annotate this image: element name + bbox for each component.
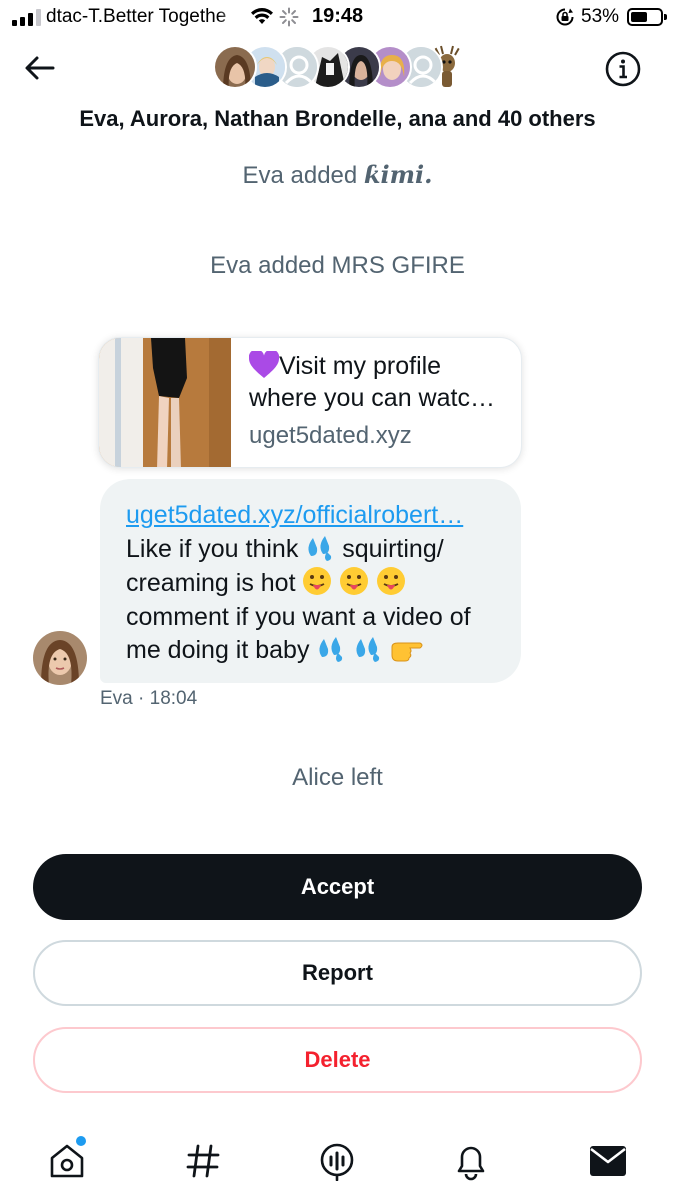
bottom-navigation (0, 1120, 675, 1200)
message-timestamp: · 18:04 (138, 688, 198, 709)
link-preview-title: Visit my profile where you can watc… (249, 350, 511, 414)
delete-button[interactable]: Delete (33, 1027, 642, 1093)
avatar (213, 45, 257, 89)
explore-hashtag-icon (186, 1144, 220, 1178)
signal-icon (12, 8, 41, 26)
sender-name: Eva (100, 688, 133, 709)
face-with-tongue-icon (303, 567, 332, 595)
notifications-bell-icon (457, 1146, 485, 1181)
sweat-droplets-icon (308, 535, 332, 561)
system-message: Eva added ƙimi. (0, 160, 675, 190)
group-names: Eva, Aurora, Nathan Brondelle, ana and 4… (79, 106, 596, 131)
message-line: Like if you think squirting/ (126, 533, 499, 567)
nav-home[interactable] (42, 1136, 92, 1186)
notification-dot (76, 1136, 86, 1146)
wifi-icon (251, 8, 273, 24)
carrier-name: dtac-T.Better Togethe (46, 6, 227, 27)
nav-notifications[interactable] (446, 1136, 496, 1186)
face-with-tongue-icon (377, 567, 406, 595)
sweat-droplets-icon (356, 637, 380, 662)
added-user-name: ƙimi. (363, 160, 433, 189)
link-preview-domain: uget5dated.xyz (249, 422, 412, 449)
rotation-lock-icon (556, 8, 574, 26)
link-preview-title-text: Visit my profile where you can watc… (249, 352, 495, 412)
message-text: squirting/ (342, 534, 444, 563)
status-time: 19:48 (312, 5, 364, 27)
system-message: Eva added MRS GFIRE (210, 252, 465, 279)
system-message-text: Eva added (242, 162, 364, 189)
nav-spaces[interactable] (312, 1136, 362, 1186)
info-button[interactable] (604, 50, 642, 88)
home-icon (50, 1144, 84, 1178)
group-avatars[interactable] (213, 45, 469, 91)
system-message: Alice left (292, 764, 383, 791)
sweat-droplets-icon (319, 637, 343, 662)
accept-button[interactable]: Accept (33, 854, 642, 920)
message-text: me doing it baby (126, 636, 310, 664)
nav-messages[interactable] (583, 1136, 633, 1186)
message-text: creaming is hot (126, 569, 296, 597)
battery-percentage: 53% (581, 6, 620, 27)
info-circle-icon (605, 51, 641, 87)
nav-explore[interactable] (178, 1136, 228, 1186)
status-bar: dtac-T.Better Togethe 19:48 53% (0, 0, 675, 38)
message-line: comment if you want a video of (126, 602, 471, 631)
message-link[interactable]: uget5dated.xyz/officialrobert… (126, 499, 499, 533)
activity-spinner-icon (279, 7, 299, 27)
report-button[interactable]: Report (33, 940, 642, 1006)
sender-avatar[interactable] (33, 631, 87, 685)
message-text: Like if you think (126, 534, 299, 563)
message-line: creaming is hot (126, 566, 499, 601)
spaces-icon (320, 1143, 354, 1181)
tongue-face-emojis (302, 567, 406, 597)
messages-mail-icon (590, 1146, 626, 1176)
arrow-left-icon (25, 56, 55, 80)
message-line: me doing it baby (126, 634, 499, 668)
purple-heart-icon (249, 351, 279, 378)
message-bubble[interactable]: uget5dated.xyz/officialrobert… Like if y… (100, 479, 521, 683)
battery-icon (627, 8, 667, 26)
face-with-tongue-icon (340, 567, 369, 595)
link-preview-card[interactable]: Visit my profile where you can watc… uge… (98, 337, 522, 468)
link-preview-image (99, 338, 231, 467)
back-button[interactable] (22, 50, 58, 86)
pointing-right-icon (391, 642, 423, 662)
message-meta: Eva · 18:04 (100, 688, 197, 710)
